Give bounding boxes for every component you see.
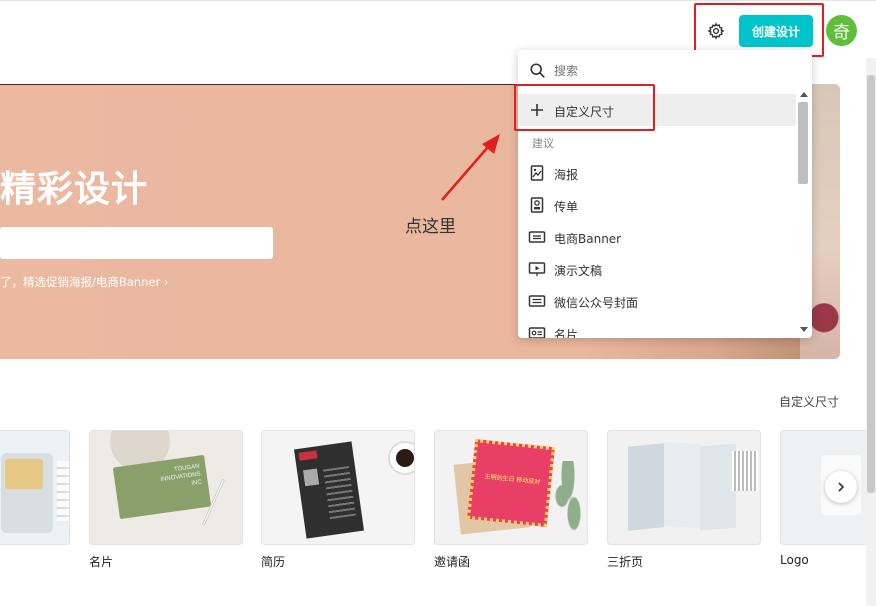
resume-photo [303, 468, 320, 487]
notebook-image [732, 451, 758, 491]
top-bar: 创建设计 奇 [0, 0, 876, 56]
keyboard-image [57, 461, 69, 521]
card-label-trifold: 三折页 [607, 555, 644, 569]
template-card-partial[interactable] [0, 430, 70, 545]
scroll-up-icon[interactable] [800, 92, 808, 97]
business-card-icon [528, 327, 546, 338]
dropdown-search [518, 50, 812, 90]
resume-header-accent [298, 450, 318, 461]
canva-home-page: 创建设计 奇 精彩设计 了，精选促销海报/电商Banner › 点这里 自定义尺… [0, 0, 876, 606]
phone-screen-image [5, 459, 43, 489]
card-label-resume: 简历 [261, 555, 286, 569]
dropdown-item-presentation[interactable]: 演示文稿 [518, 253, 796, 285]
dropdown-item-wechat-cover[interactable]: 微信公众号封面 [518, 285, 796, 317]
search-icon [530, 63, 545, 78]
chevron-right-icon [838, 482, 845, 492]
page-scrollbar-thumb[interactable] [867, 75, 875, 493]
resume-text-lines [323, 466, 356, 520]
annotation-arrow [441, 134, 500, 201]
dropdown-item-label: 名片 [554, 328, 579, 338]
plus-icon [531, 104, 543, 116]
coffee [396, 449, 414, 467]
avatar[interactable]: 奇 [826, 15, 857, 46]
dropdown-item-label: 电商Banner [554, 232, 622, 246]
dropdown-item-label: 微信公众号封面 [554, 296, 639, 310]
trifold-panel-right [700, 443, 736, 531]
dropdown-item-poster[interactable]: 海报 [518, 157, 796, 189]
banner-icon [528, 231, 546, 243]
card-label-business-card: 名片 [89, 555, 114, 569]
dropdown-item-flyer[interactable]: 传单 [518, 189, 796, 221]
flyer-icon [530, 197, 544, 213]
business-card-image: TOUGAN INNOVATIONS INC [112, 454, 212, 520]
gear-icon[interactable] [704, 19, 728, 43]
carousel-next-button[interactable] [825, 471, 857, 503]
dropdown-scrollbar[interactable] [796, 88, 810, 336]
presentation-icon [528, 262, 546, 276]
dropdown-item-label: 传单 [554, 200, 579, 214]
invitation-text: 王明的生日 移动派对 [484, 473, 541, 487]
card-label-invitation: 邀请函 [434, 555, 471, 569]
wechat-cover-icon [528, 295, 546, 307]
scroll-down-icon[interactable] [800, 327, 808, 332]
dropdown-item-banner[interactable]: 电商Banner [518, 221, 796, 253]
custom-size-link[interactable]: 自定义尺寸 [779, 393, 839, 410]
hero-title: 精彩设计 [0, 169, 149, 210]
template-card-business-card[interactable]: TOUGAN INNOVATIONS INC [89, 430, 243, 545]
hero-subtitle-link[interactable]: 了，精选促销海报/电商Banner › [0, 274, 168, 290]
trifold-panel-middle [664, 441, 700, 529]
custom-size-option[interactable]: 自定义尺寸 [518, 94, 796, 126]
coffee-cup-image [388, 441, 414, 475]
annotation-text: 点这里 [405, 217, 456, 237]
eucalyptus-image [553, 461, 583, 531]
create-design-dropdown: 自定义尺寸 建议 海报 传单 电商Banner [518, 50, 812, 338]
suggestions-heading: 建议 [532, 137, 554, 150]
dropdown-item-business-card[interactable]: 名片 [518, 317, 796, 338]
template-card-trifold[interactable] [607, 430, 761, 545]
template-card-invitation[interactable]: 王明的生日 移动派对 [434, 430, 588, 545]
resume-image [294, 441, 364, 539]
scroll-thumb[interactable] [798, 102, 808, 184]
dropdown-item-label: 演示文稿 [554, 264, 603, 278]
search-input[interactable] [554, 60, 784, 82]
create-design-button[interactable]: 创建设计 [739, 15, 813, 47]
business-card-text: TOUGAN INNOVATIONS INC [160, 463, 203, 487]
card-label-logo: Logo [780, 553, 809, 567]
poster-icon [530, 165, 544, 181]
invitation-card-image: 王明的生日 移动派对 [467, 439, 555, 527]
dropdown-item-label: 海报 [554, 168, 579, 182]
trifold-panel-left [628, 443, 664, 531]
hero-search-input[interactable] [0, 227, 273, 259]
custom-size-label: 自定义尺寸 [554, 105, 615, 119]
template-card-resume[interactable] [261, 430, 415, 545]
